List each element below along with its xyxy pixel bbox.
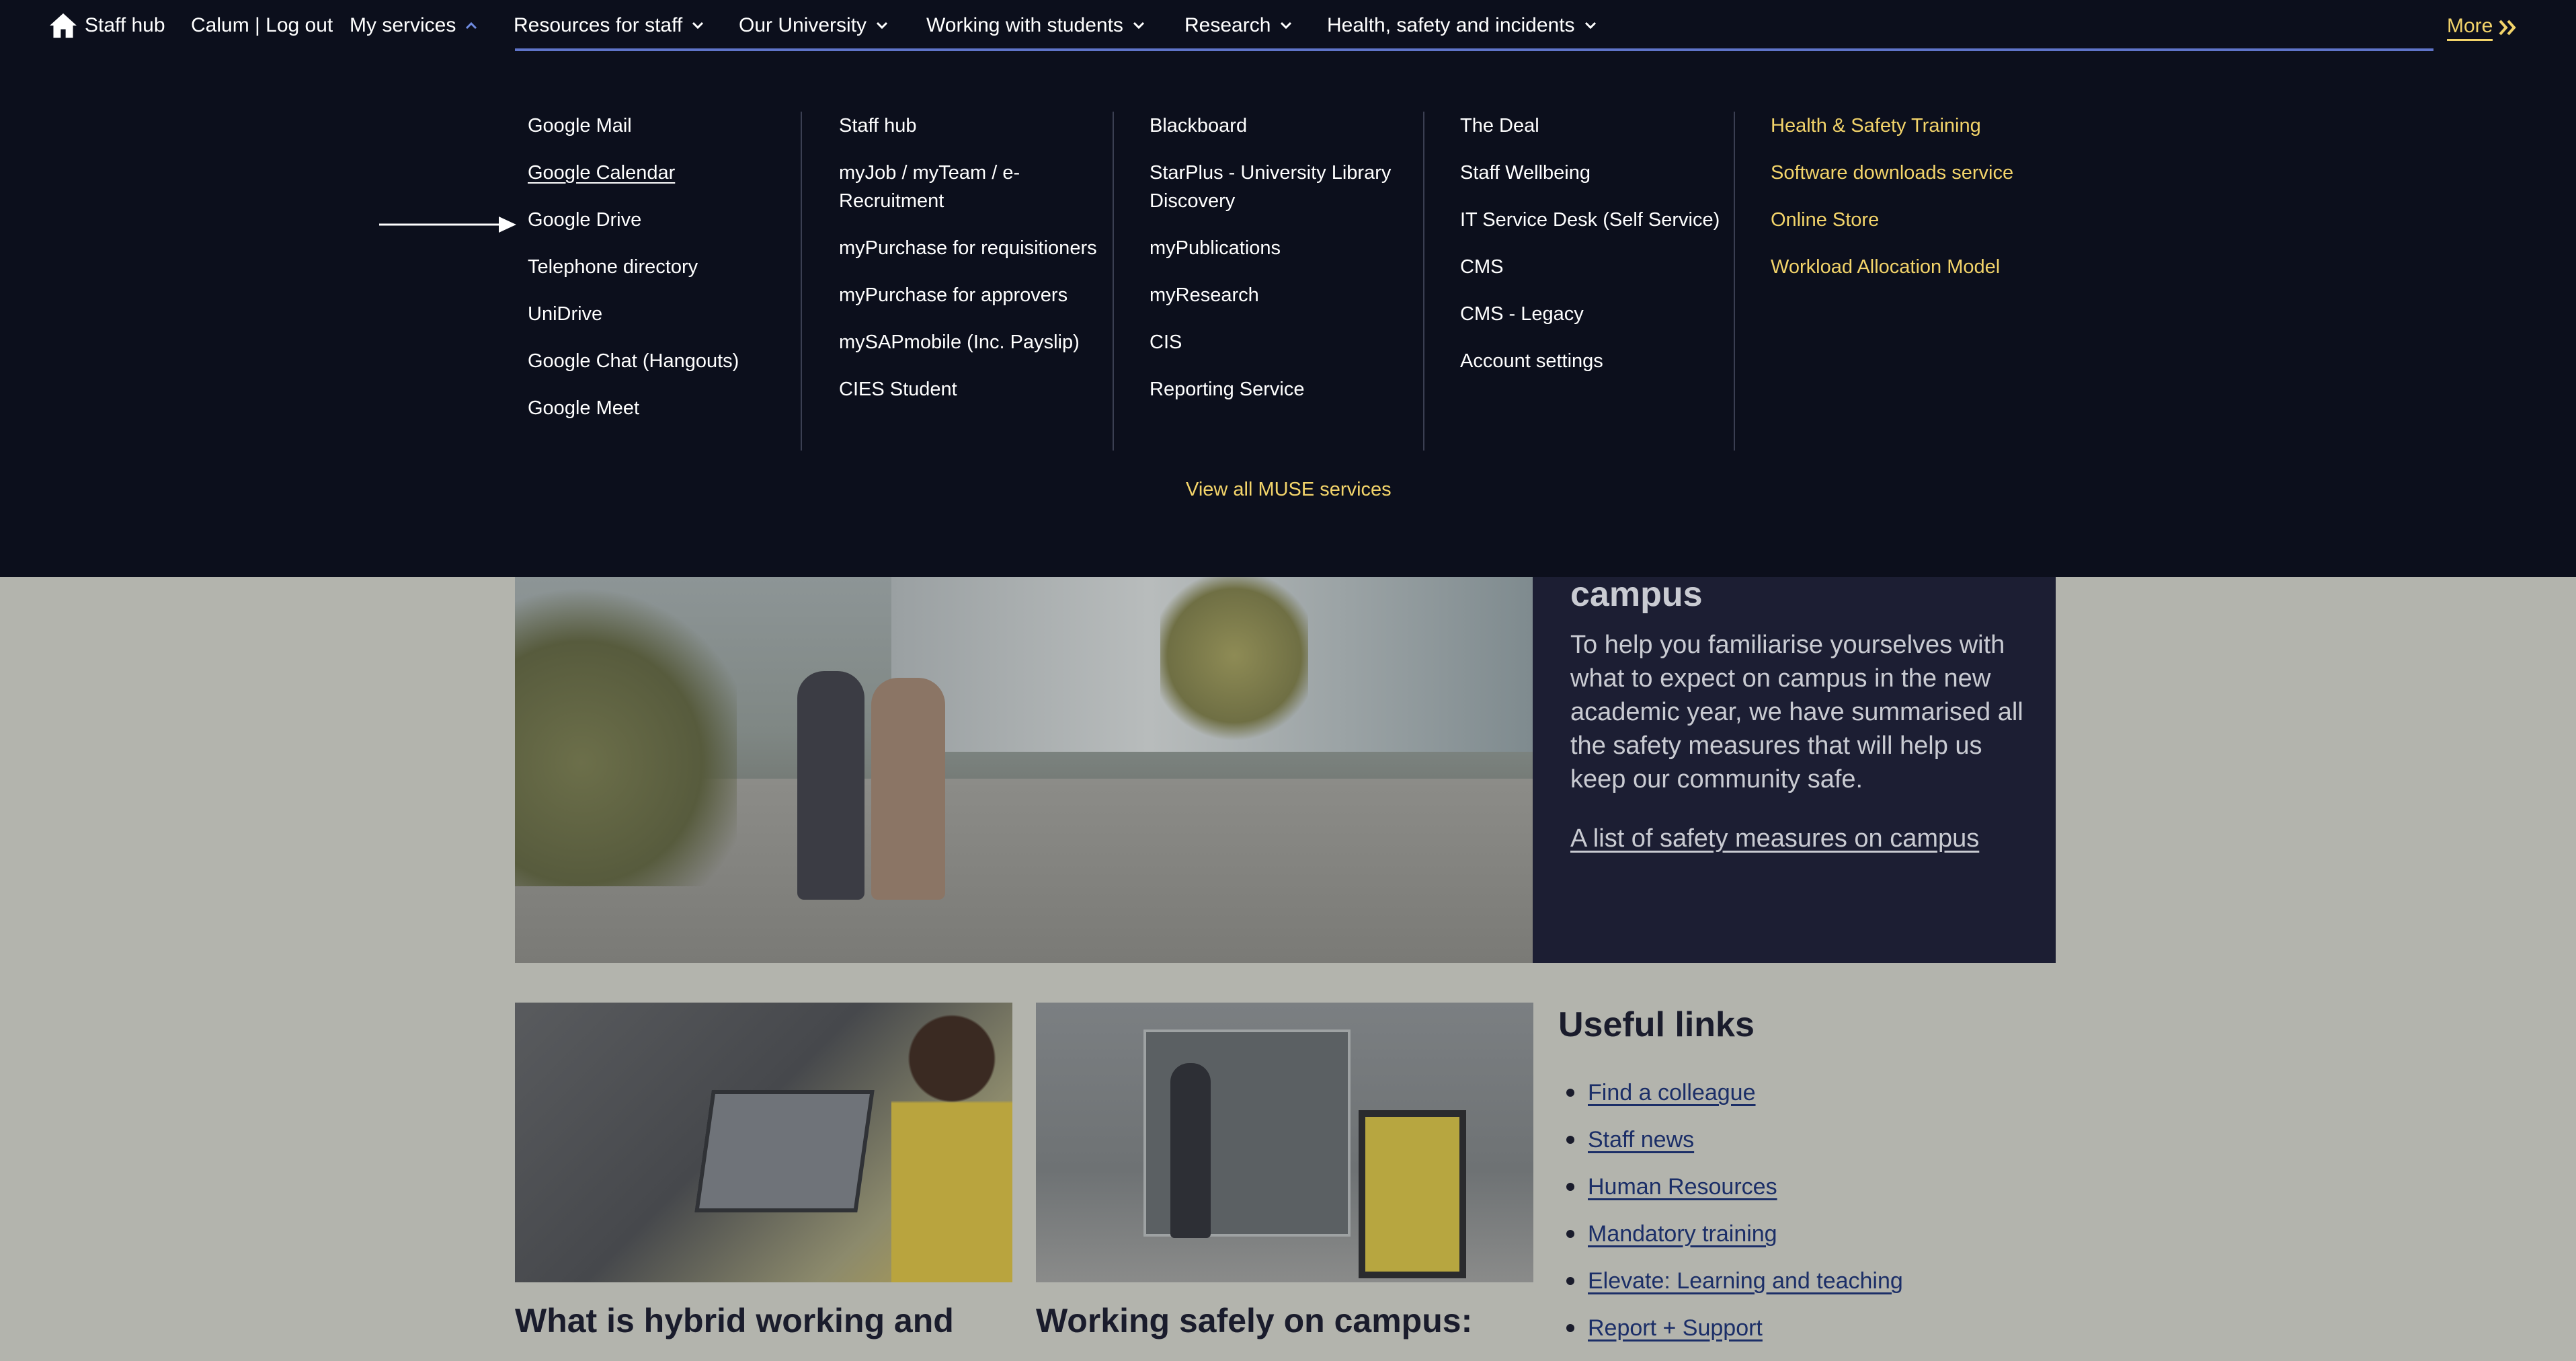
chevron-up-icon xyxy=(466,22,477,30)
menu-link-mypublications[interactable]: myPublications xyxy=(1150,234,1412,262)
menu-column-learning: Blackboard StarPlus - University Library… xyxy=(1150,112,1412,422)
menu-link-blackboard[interactable]: Blackboard xyxy=(1150,112,1412,140)
menu-link-health-safety-training[interactable]: Health & Safety Training xyxy=(1771,112,2053,140)
menu-link-staff-wellbeing[interactable]: Staff Wellbeing xyxy=(1460,159,1729,187)
menu-link-account-settings[interactable]: Account settings xyxy=(1460,347,1729,375)
chevron-down-icon xyxy=(876,22,888,30)
user-logout-link[interactable]: Calum | Log out xyxy=(191,0,333,51)
bullet-icon xyxy=(1566,1277,1574,1285)
menu-link-myjob[interactable]: myJob / myTeam / e-Recruitment xyxy=(839,159,1108,215)
nav-resources-label: Resources for staff xyxy=(514,14,683,36)
list-item[interactable]: Elevate: Learning and teaching xyxy=(1558,1267,1903,1295)
nav-our-university[interactable]: Our University xyxy=(739,0,888,51)
more-label: More xyxy=(2447,15,2493,41)
bullet-icon xyxy=(1566,1230,1574,1238)
menu-column-support: The Deal Staff Wellbeing IT Service Desk… xyxy=(1460,112,1729,394)
nav-working-with-students[interactable]: Working with students xyxy=(926,0,1145,51)
bullet-icon xyxy=(1566,1089,1574,1097)
double-chevron-right-icon xyxy=(2499,20,2517,36)
top-navigation-bar: Staff hub Calum | Log out My services Re… xyxy=(0,0,2576,51)
nav-resources-for-staff[interactable]: Resources for staff xyxy=(514,0,704,51)
list-item[interactable]: Find a colleague xyxy=(1558,1079,1903,1107)
menu-column-featured: Health & Safety Training Software downlo… xyxy=(1771,112,2053,300)
view-all-muse-services-link[interactable]: View all MUSE services xyxy=(1186,479,1392,501)
menu-link-the-deal[interactable]: The Deal xyxy=(1460,112,1729,140)
menu-link-starplus[interactable]: StarPlus - University Library Discovery xyxy=(1150,159,1412,215)
useful-link-human-resources[interactable]: Human Resources xyxy=(1588,1174,1777,1200)
menu-link-mysapmobile[interactable]: mySAPmobile (Inc. Payslip) xyxy=(839,328,1108,356)
arrow-pointer-annotation xyxy=(379,217,516,233)
chevron-down-icon xyxy=(1584,22,1596,30)
menu-divider xyxy=(1423,112,1424,451)
nav-health-safety-label: Health, safety and incidents xyxy=(1327,14,1575,36)
menu-link-cms-legacy[interactable]: CMS - Legacy xyxy=(1460,300,1729,328)
menu-divider xyxy=(801,112,802,451)
list-item[interactable]: Staff news xyxy=(1558,1126,1903,1154)
more-button[interactable]: More xyxy=(2447,0,2518,51)
chevron-down-icon xyxy=(1133,22,1144,30)
list-item[interactable]: Human Resources xyxy=(1558,1173,1903,1201)
list-item[interactable]: Mandatory training xyxy=(1558,1220,1903,1248)
card-title-hybrid-working[interactable]: What is hybrid working and xyxy=(515,1301,954,1340)
working-safely-photo[interactable] xyxy=(1036,1003,1533,1282)
useful-link-staff-news[interactable]: Staff news xyxy=(1588,1127,1694,1153)
menu-link-google-meet[interactable]: Google Meet xyxy=(528,394,739,422)
menu-link-myresearch[interactable]: myResearch xyxy=(1150,281,1412,309)
menu-link-telephone-directory[interactable]: Telephone directory xyxy=(528,253,739,281)
hero-campus-photo xyxy=(515,577,1533,963)
chevron-down-icon xyxy=(692,22,704,30)
menu-link-google-drive[interactable]: Google Drive xyxy=(528,206,739,234)
bullet-icon xyxy=(1566,1183,1574,1191)
my-services-mega-menu: Google Mail Google Calendar Google Drive… xyxy=(0,51,2576,577)
nav-research-label: Research xyxy=(1184,14,1271,36)
nav-working-with-students-label: Working with students xyxy=(926,14,1123,36)
hero-paragraph: To help you familiarise yourselves with … xyxy=(1570,631,2023,793)
nav-my-services-label: My services xyxy=(350,14,456,36)
menu-link-cms[interactable]: CMS xyxy=(1460,253,1729,281)
menu-link-mypurchase-approvers[interactable]: myPurchase for approvers xyxy=(839,281,1108,309)
safety-measures-link[interactable]: A list of safety measures on campus xyxy=(1570,824,1979,853)
menu-column-staff: Staff hub myJob / myTeam / e-Recruitment… xyxy=(839,112,1108,422)
list-item[interactable]: Report + Support xyxy=(1558,1314,1903,1342)
staff-hub-home-link[interactable]: Staff hub xyxy=(48,0,165,51)
hero-heading: campus xyxy=(1570,575,1703,614)
menu-link-google-chat[interactable]: Google Chat (Hangouts) xyxy=(528,347,739,375)
home-icon xyxy=(50,13,77,38)
nav-research[interactable]: Research xyxy=(1184,0,1292,51)
menu-link-workload-allocation[interactable]: Workload Allocation Model xyxy=(1771,253,2053,281)
useful-links-list: Find a colleague Staff news Human Resour… xyxy=(1558,1079,1903,1361)
card-title-working-safely[interactable]: Working safely on campus: xyxy=(1036,1301,1472,1340)
useful-link-report-support[interactable]: Report + Support xyxy=(1588,1315,1763,1341)
home-label: Staff hub xyxy=(85,14,165,36)
menu-link-mypurchase-requisitioners[interactable]: myPurchase for requisitioners xyxy=(839,234,1108,262)
menu-link-software-downloads[interactable]: Software downloads service xyxy=(1771,159,2053,187)
nav-my-services[interactable]: My services xyxy=(350,0,477,51)
menu-divider xyxy=(1113,112,1114,451)
menu-link-cis[interactable]: CIS xyxy=(1150,328,1412,356)
useful-link-mandatory-training[interactable]: Mandatory training xyxy=(1588,1221,1777,1247)
menu-link-google-calendar[interactable]: Google Calendar xyxy=(528,159,739,187)
menu-link-google-mail[interactable]: Google Mail xyxy=(528,112,739,140)
useful-link-elevate[interactable]: Elevate: Learning and teaching xyxy=(1588,1268,1903,1294)
useful-links-heading: Useful links xyxy=(1558,1005,1755,1044)
menu-link-unidrive[interactable]: UniDrive xyxy=(528,300,739,328)
menu-link-online-store[interactable]: Online Store xyxy=(1771,206,2053,234)
bullet-icon xyxy=(1566,1136,1574,1144)
menu-link-reporting-service[interactable]: Reporting Service xyxy=(1150,375,1412,403)
menu-link-cies-student[interactable]: CIES Student xyxy=(839,375,1108,403)
chevron-down-icon xyxy=(1281,22,1292,30)
menu-column-google: Google Mail Google Calendar Google Drive… xyxy=(528,112,739,441)
hybrid-working-photo[interactable] xyxy=(515,1003,1012,1282)
hero-text-panel: campus To help you familiarise yourselve… xyxy=(1533,575,2056,963)
menu-link-staff-hub[interactable]: Staff hub xyxy=(839,112,1108,140)
nav-health-safety[interactable]: Health, safety and incidents xyxy=(1327,0,1597,51)
useful-link-find-colleague[interactable]: Find a colleague xyxy=(1588,1080,1756,1105)
menu-link-it-service-desk[interactable]: IT Service Desk (Self Service) xyxy=(1460,206,1729,234)
menu-divider xyxy=(1734,112,1735,451)
bullet-icon xyxy=(1566,1324,1574,1332)
nav-our-university-label: Our University xyxy=(739,14,867,36)
